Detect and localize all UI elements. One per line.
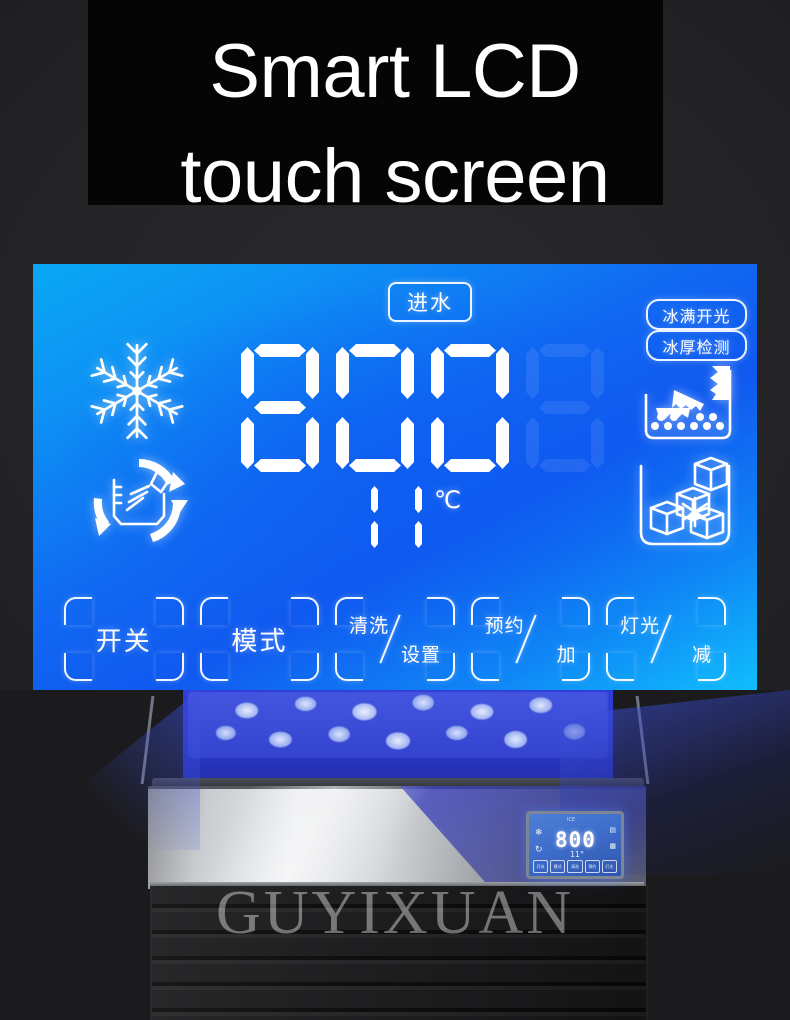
power-button-label: 开关: [95, 626, 152, 657]
corner-bracket: [64, 597, 92, 625]
light-beam-left: [0, 690, 200, 850]
mini-ice-cubes-icon: ▦: [609, 843, 616, 850]
clean-label: 清洗: [348, 615, 389, 637]
reserve-plus-button[interactable]: 预约 加: [470, 597, 591, 681]
mini-lcd-temperature: 11°: [570, 850, 585, 859]
mini-button-reserve[interactable]: 预约: [584, 860, 600, 873]
mini-lcd-button-row: 开关 模式 清洗 预约 灯光: [533, 860, 618, 873]
page-title: Smart LCD touch screen: [180, 29, 610, 219]
mini-button-power[interactable]: 开关: [533, 860, 549, 873]
product-photo: [0, 690, 790, 1020]
mini-button-clean[interactable]: 清洗: [567, 860, 583, 873]
temperature-unit-label: ℃: [434, 486, 461, 514]
machine-vent-grille: [150, 886, 648, 1020]
lcd-touch-screen[interactable]: 进水 冰满开光 冰厚检测 ℃ 开关 模式 清洗 设置 预约 加 灯光 减: [33, 264, 757, 696]
snowflake-icon: [85, 339, 189, 443]
lcd-button-row: 开关 模式 清洗 设置 预约 加 灯光 减: [64, 597, 726, 681]
corner-bracket: [155, 653, 184, 681]
mini-button-light[interactable]: 灯光: [601, 860, 618, 873]
status-pill-ice-thickness-detect[interactable]: 冰厚检测: [646, 330, 747, 361]
seven-segment-digit-1: [241, 344, 319, 472]
corner-bracket: [155, 597, 184, 625]
light-minus-dual-label: 灯光 减: [620, 611, 712, 667]
mode-button[interactable]: 模式: [199, 597, 320, 681]
reserve-label: 预约: [484, 615, 525, 637]
clean-settings-dual-label: 清洗 设置: [349, 611, 441, 667]
settings-label: 设置: [400, 644, 441, 666]
light-label: 灯光: [620, 615, 661, 637]
seven-segment-digit-4-inactive: [526, 344, 604, 472]
status-pill-ice-full-switch[interactable]: 冰满开光: [646, 299, 747, 330]
seven-segment-digit-2: [336, 344, 414, 472]
temperature-digit-2: [382, 484, 422, 550]
corner-bracket: [64, 653, 92, 681]
corner-bracket: [291, 653, 320, 681]
reserve-plus-dual-label: 预约 加: [485, 611, 577, 667]
clean-settings-button[interactable]: 清洗 设置: [335, 597, 455, 681]
mini-snowflake-icon: ❄: [535, 827, 543, 837]
corner-bracket: [199, 597, 228, 625]
self-clean-spray-icon: [85, 454, 193, 550]
mini-button-mode[interactable]: 模式: [550, 860, 566, 873]
corner-bracket: [199, 653, 228, 681]
machine-mini-lcd[interactable]: ICE ❄ ↻ ▤ ▦ 800 11° 开关 模式 清洗 预约 灯光: [526, 811, 624, 879]
power-button[interactable]: 开关: [64, 597, 184, 681]
screenshot-root: Smart LCD touch screen 进水 冰满开光 冰厚检测 ℃ 开关…: [0, 0, 790, 1020]
status-pill-water-inlet[interactable]: 进水: [388, 282, 472, 322]
ice-cubes-bin-icon: [633, 454, 737, 552]
temperature-readout: ℃: [338, 484, 461, 550]
mini-clean-icon: ↻: [535, 844, 543, 854]
corner-bracket: [291, 597, 320, 625]
mini-lcd-digits: 800: [555, 828, 596, 852]
minus-label: 减: [692, 644, 713, 666]
plus-label: 加: [556, 644, 577, 666]
ice-maker-tray-icon: [638, 364, 738, 456]
seven-segment-digit-3: [431, 344, 509, 472]
mode-button-label: 模式: [231, 626, 288, 657]
temperature-digit-1: [338, 484, 378, 550]
mini-ice-maker-icon: ▤: [609, 827, 616, 834]
main-seven-segment-display: [241, 344, 604, 472]
ice-cubes-photo: [188, 692, 608, 758]
mini-lcd-title: ICE: [567, 817, 576, 823]
light-minus-button[interactable]: 灯光 减: [606, 597, 726, 681]
